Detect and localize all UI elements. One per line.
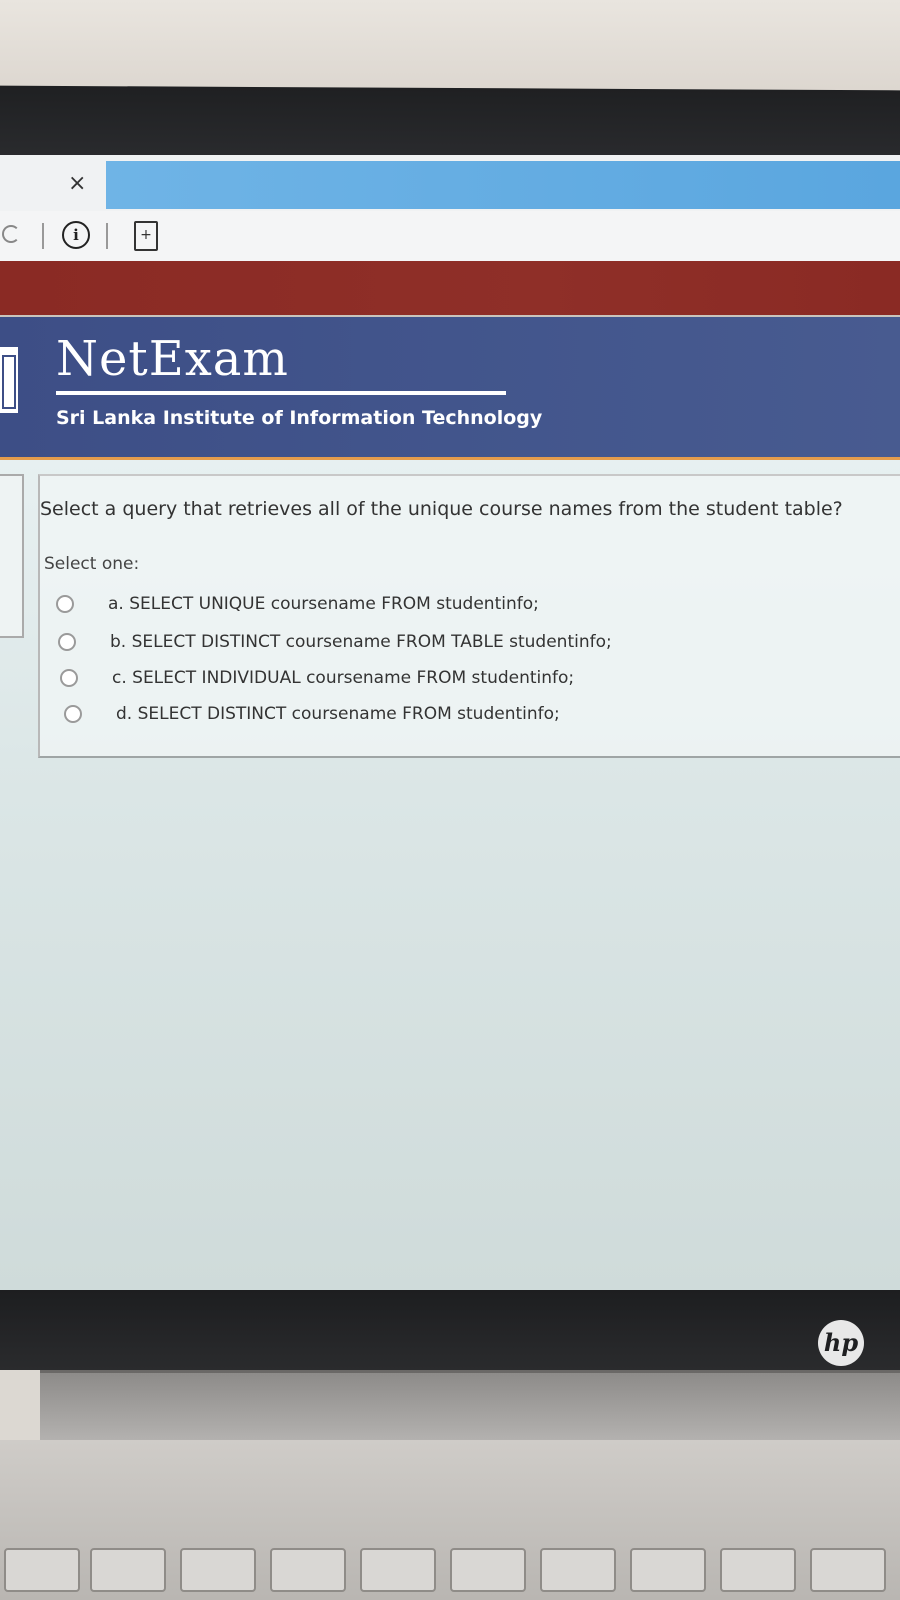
toolbar-separator bbox=[42, 223, 44, 249]
browser-tab-bar: × bbox=[0, 155, 900, 211]
reload-icon[interactable] bbox=[2, 225, 20, 243]
question-info-panel bbox=[0, 474, 24, 638]
close-tab-icon[interactable]: × bbox=[68, 171, 86, 196]
question-card: Select a query that retrieves all of the… bbox=[38, 474, 900, 758]
keyboard-key bbox=[180, 1548, 256, 1592]
option-label: b. SELECT DISTINCT coursename FROM TABLE… bbox=[110, 632, 612, 652]
keyboard-key bbox=[810, 1548, 886, 1592]
keyboard-key bbox=[720, 1548, 796, 1592]
question-text: Select a query that retrieves all of the… bbox=[40, 498, 843, 520]
title-divider bbox=[56, 391, 506, 395]
option-label: a. SELECT UNIQUE coursename FROM student… bbox=[108, 594, 539, 614]
hp-logo: hp bbox=[818, 1320, 864, 1366]
logo-inner bbox=[2, 355, 16, 409]
active-tab[interactable] bbox=[106, 161, 900, 209]
bookmark-icon[interactable]: + bbox=[134, 221, 158, 251]
institute-name: Sri Lanka Institute of Information Techn… bbox=[56, 407, 543, 429]
keyboard-key bbox=[540, 1548, 616, 1592]
answer-option-a[interactable]: a. SELECT UNIQUE coursename FROM student… bbox=[56, 588, 539, 620]
option-label: d. SELECT DISTINCT coursename FROM stude… bbox=[116, 704, 560, 724]
keyboard-key bbox=[360, 1548, 436, 1592]
site-top-band bbox=[0, 261, 900, 315]
toolbar-separator bbox=[106, 223, 108, 249]
keyboard-key bbox=[90, 1548, 166, 1592]
radio-button[interactable] bbox=[56, 595, 74, 613]
address-bar: i + bbox=[0, 211, 900, 262]
radio-button[interactable] bbox=[58, 633, 76, 651]
option-label: c. SELECT INDIVIDUAL coursename FROM stu… bbox=[112, 668, 575, 688]
keyboard-key bbox=[630, 1548, 706, 1592]
site-header: NetExam Sri Lanka Institute of Informati… bbox=[0, 315, 900, 459]
institute-logo-icon bbox=[0, 347, 18, 413]
keyboard-key bbox=[270, 1548, 346, 1592]
laptop-bottom-bezel bbox=[0, 1290, 900, 1370]
answer-option-b[interactable]: b. SELECT DISTINCT coursename FROM TABLE… bbox=[58, 626, 612, 658]
answer-option-d[interactable]: d. SELECT DISTINCT coursename FROM stude… bbox=[64, 698, 560, 730]
laptop-hinge bbox=[40, 1370, 900, 1443]
main-content: Select a query that retrieves all of the… bbox=[0, 460, 900, 1290]
radio-button[interactable] bbox=[60, 669, 78, 687]
laptop-top-bezel bbox=[0, 85, 900, 163]
radio-button[interactable] bbox=[64, 705, 82, 723]
laptop-screen: × i + NetExam Sri Lanka Institute of Inf… bbox=[0, 155, 900, 1290]
keyboard-key bbox=[450, 1548, 526, 1592]
answer-prompt: Select one: bbox=[44, 554, 140, 574]
keyboard-key bbox=[4, 1548, 80, 1592]
site-info-icon[interactable]: i bbox=[62, 221, 90, 249]
app-title: NetExam bbox=[56, 331, 289, 387]
background-wall bbox=[0, 0, 900, 95]
answer-option-c[interactable]: c. SELECT INDIVIDUAL coursename FROM stu… bbox=[60, 662, 574, 694]
